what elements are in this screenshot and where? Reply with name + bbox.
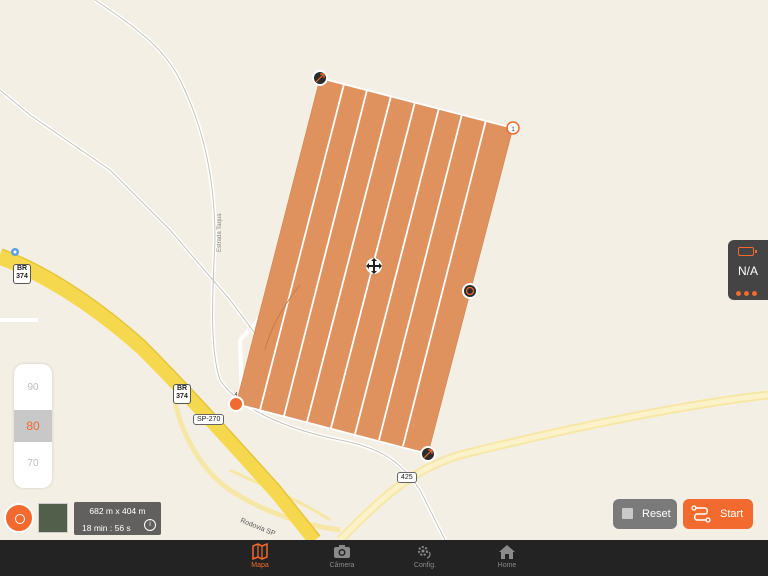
move-handle[interactable] [366, 258, 382, 274]
shield-line-1: BR [16, 265, 28, 272]
nav-item-label: Home [497, 562, 517, 569]
altitude-current: 80 [26, 419, 40, 433]
route-icon [691, 505, 711, 523]
nav-item-config[interactable]: Config. [395, 543, 455, 569]
shield-line-2: 374 [176, 393, 188, 400]
start-button[interactable]: Start [683, 499, 753, 529]
road-label-estrada: Estrada Taqua [217, 213, 223, 252]
sp270-shield: SP-270 [193, 414, 225, 425]
stop-square-icon [622, 508, 633, 519]
reset-button[interactable]: Reset [613, 499, 677, 529]
mission-duration: 18 min : 56 s [82, 523, 131, 533]
shield-line-1: BR [176, 385, 188, 392]
camera-icon [334, 545, 350, 558]
map-type-thumbnail[interactable] [38, 503, 68, 533]
svg-text:4: 4 [235, 392, 238, 398]
settings-icon [418, 546, 431, 559]
altitude-below: 70 [27, 458, 39, 469]
corner-handle-top-left[interactable] [312, 70, 328, 86]
more-dots-icon [736, 283, 760, 301]
br374-shield-left: BR 374 [13, 264, 31, 284]
reset-button-label: Reset [642, 508, 671, 520]
route-425-shield: 425 [397, 472, 417, 483]
nav-item-label: Mapa [251, 562, 269, 569]
rotate-handle[interactable] [462, 283, 478, 299]
battery-status-panel[interactable]: N/A [728, 240, 768, 300]
shield-line-2: 374 [16, 273, 28, 280]
nav-item-label: Config. [413, 562, 437, 569]
battery-icon [738, 247, 757, 256]
map-canvas[interactable]: Estrada Taqua Rodovia SP 1 4 [0, 0, 768, 540]
battery-status: N/A [737, 264, 758, 278]
br374-shield-mid: BR 374 [173, 384, 191, 404]
locate-me-button[interactable] [4, 503, 34, 533]
bottom-nav: Mapa Câmera Config. Home [0, 540, 768, 576]
altitude-above: 90 [27, 382, 39, 393]
mission-info-panel: 682 m x 404 m 18 min : 56 s i [74, 502, 161, 535]
nav-item-label: Câmera [329, 562, 355, 569]
nav-item-mapa[interactable]: Mapa [230, 543, 290, 569]
map-icon [252, 543, 268, 560]
mission-area: 682 m x 404 m [89, 506, 146, 516]
nav-item-home[interactable]: Home [477, 543, 537, 569]
altitude-slider[interactable]: 90 80 70 [14, 364, 52, 488]
nav-item-camera[interactable]: Câmera [312, 543, 372, 569]
start-waypoint-marker[interactable]: 1 [506, 121, 520, 135]
start-button-label: Start [720, 508, 744, 520]
home-icon [499, 545, 515, 559]
info-icon[interactable]: i [144, 519, 156, 531]
corner-handle-bottom-right[interactable] [420, 446, 436, 462]
